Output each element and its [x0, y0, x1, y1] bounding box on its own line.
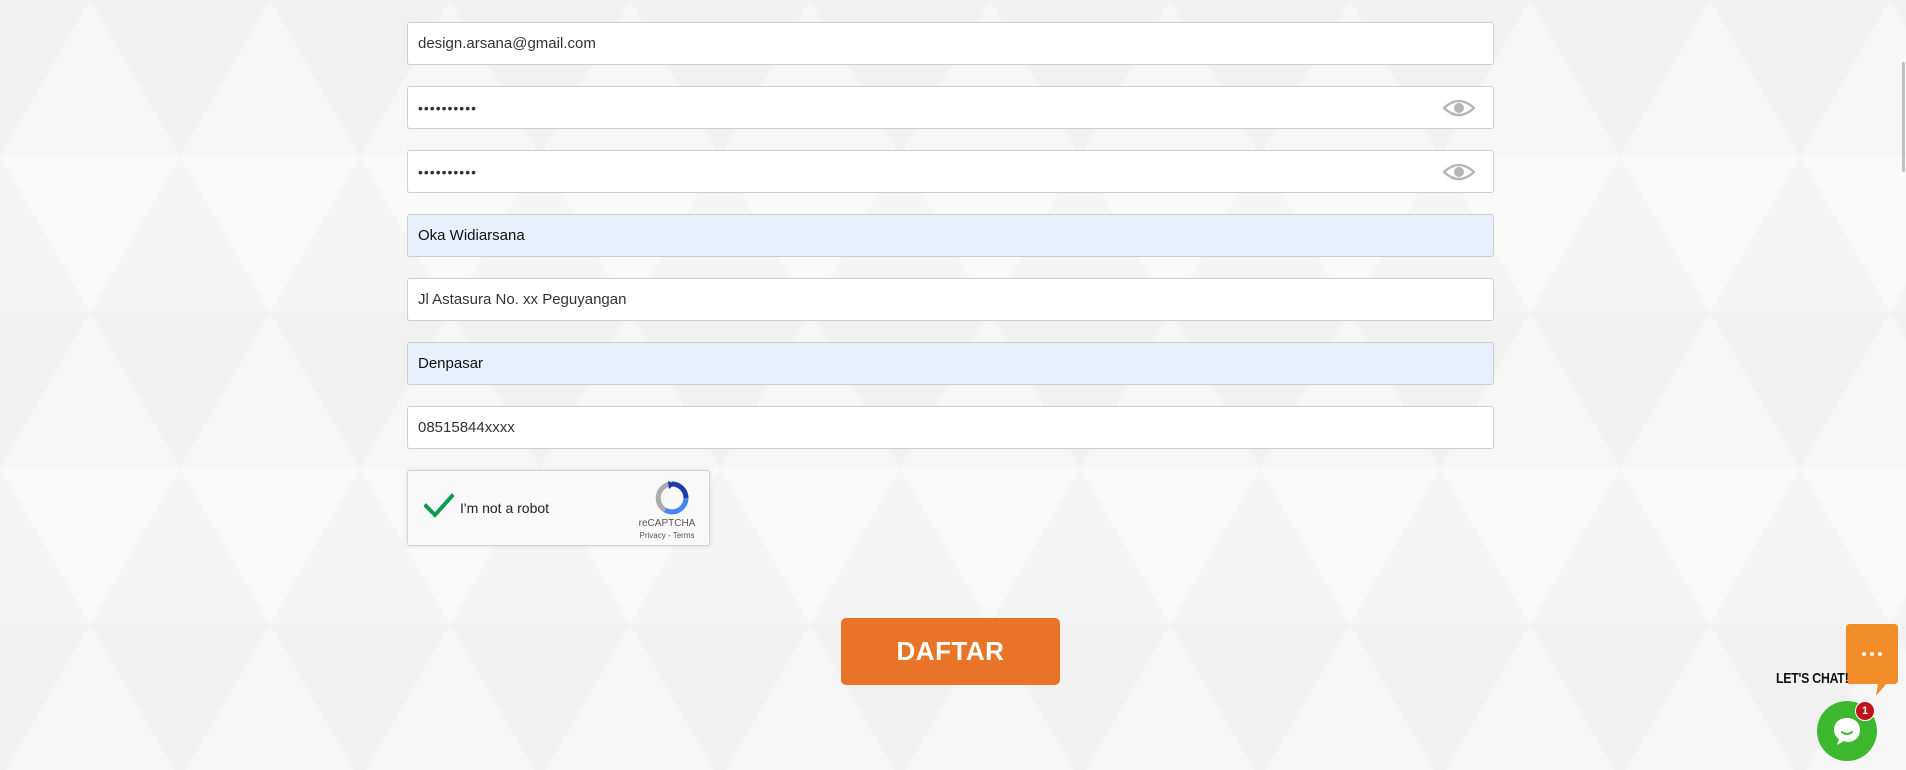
email-field[interactable] — [408, 23, 1493, 64]
eye-icon[interactable] — [1443, 162, 1475, 182]
city-field-wrapper — [407, 342, 1494, 385]
password-field[interactable] — [408, 87, 1493, 128]
city-field[interactable] — [408, 343, 1493, 384]
password-field-wrapper — [407, 86, 1494, 129]
daftar-button[interactable]: DAFTAR — [841, 618, 1060, 685]
recaptcha-links[interactable]: Privacy - Terms — [637, 531, 697, 540]
email-field-wrapper — [407, 22, 1494, 65]
address-field[interactable] — [408, 279, 1493, 320]
phone-field[interactable] — [408, 407, 1493, 448]
registration-form: I'm not a robot reCAPTCHA Privacy - Term… — [407, 22, 1494, 546]
notification-badge: 1 — [1855, 701, 1875, 721]
recaptcha-label: I'm not a robot — [460, 500, 550, 516]
full-name-field[interactable] — [408, 215, 1493, 256]
confirm-password-field-wrapper — [407, 150, 1494, 193]
chat-icon — [1834, 718, 1860, 745]
phone-field-wrapper — [407, 406, 1494, 449]
lets-chat-label[interactable]: LET'S CHAT! — [1776, 670, 1849, 687]
recaptcha-widget: I'm not a robot reCAPTCHA Privacy - Term… — [407, 470, 710, 546]
speech-bubble-icon[interactable] — [1846, 624, 1898, 696]
scrollbar[interactable] — [1901, 0, 1906, 770]
recaptcha-brand: reCAPTCHA — [638, 518, 696, 529]
checkmark-icon[interactable] — [424, 493, 454, 519]
scrollbar-thumb[interactable] — [1902, 62, 1905, 172]
recaptcha-logo-icon — [655, 481, 689, 515]
eye-icon[interactable] — [1443, 98, 1475, 118]
confirm-password-field[interactable] — [408, 151, 1493, 192]
address-field-wrapper — [407, 278, 1494, 321]
name-field-wrapper — [407, 214, 1494, 257]
